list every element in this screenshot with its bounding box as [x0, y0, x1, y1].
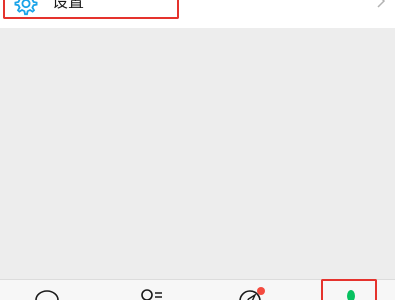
settings-highlight-box [3, 0, 179, 19]
tab-chats[interactable] [30, 280, 66, 300]
settings-screen: 设置 [0, 0, 395, 300]
contacts-icon [141, 289, 162, 300]
tab-contacts[interactable] [132, 280, 168, 300]
chevron-right-icon [377, 0, 386, 8]
chat-bubble-icon [35, 290, 59, 300]
bottom-tab-bar [0, 279, 395, 300]
discover-badge [257, 287, 265, 295]
me-tab-highlight-box [321, 279, 377, 300]
tab-discover[interactable] [232, 280, 272, 300]
